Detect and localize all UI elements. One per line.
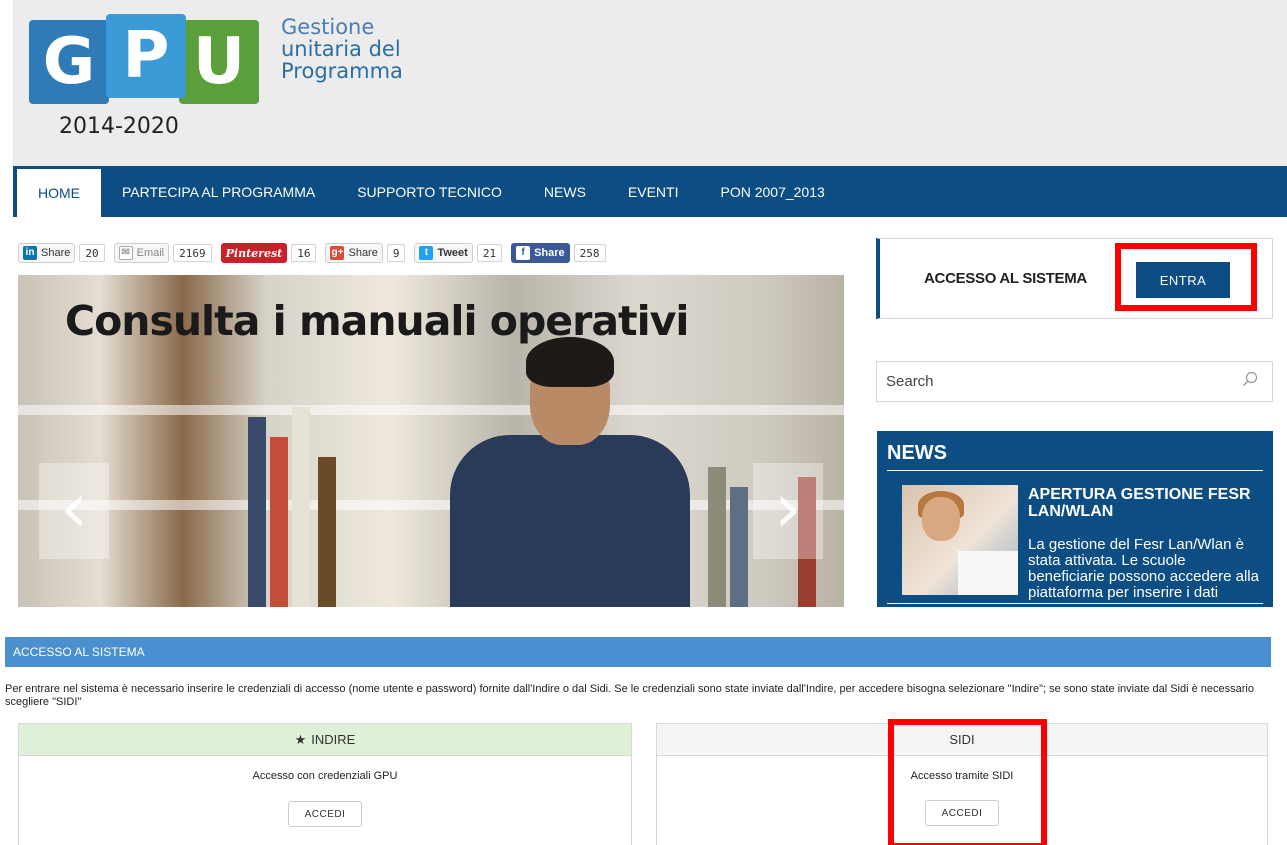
divider bbox=[887, 603, 1263, 604]
logo-letter-p: P bbox=[106, 14, 186, 98]
news-widget: NEWS APERTURA GESTIONE FESR LAN/WLAN La … bbox=[877, 431, 1273, 607]
access-intro-text: Per entrare nel sistema è necessario ins… bbox=[5, 683, 1254, 708]
share-label: Email bbox=[136, 247, 165, 259]
sidi-accedi-button[interactable]: ACCEDI bbox=[925, 800, 999, 826]
email-icon: ✉ bbox=[118, 246, 133, 260]
indire-card-header: ★ INDIRE bbox=[19, 724, 631, 756]
news-thumbnail[interactable] bbox=[902, 485, 1018, 595]
sidi-description: Accesso tramite SIDI bbox=[910, 770, 1014, 782]
site-header: G P U 2014-2020 Gestione unitaria del Pr… bbox=[13, 0, 1287, 166]
news-heading: NEWS bbox=[887, 442, 947, 464]
thumbnail-laptop bbox=[958, 551, 1018, 595]
book-decoration bbox=[318, 457, 336, 607]
accesso-sistema-label: ACCESSO AL SISTEMA bbox=[924, 270, 1087, 287]
star-icon: ★ bbox=[294, 731, 307, 747]
book-decoration bbox=[730, 487, 748, 607]
nav-item-home[interactable]: HOME bbox=[17, 169, 101, 217]
twitter-icon: t bbox=[419, 246, 434, 260]
indire-card: ★ INDIRE Accesso con credenziali GPU ACC… bbox=[18, 723, 632, 845]
share-label: Share bbox=[41, 247, 71, 259]
pinterest-icon: Pinterest bbox=[225, 246, 283, 260]
search-input[interactable] bbox=[877, 362, 1237, 401]
linkedin-icon: in bbox=[23, 246, 37, 260]
student-figure bbox=[390, 335, 690, 607]
slider-next-icon[interactable]: › bbox=[753, 463, 823, 559]
share-count: 20 bbox=[79, 244, 105, 262]
share-count: 258 bbox=[573, 244, 606, 262]
logo-text-line-1: Gestione bbox=[281, 15, 375, 39]
logo-letter-g: G bbox=[29, 20, 109, 104]
pinterest-share-button[interactable]: Pinterest bbox=[220, 243, 288, 263]
logo-text: Gestione unitaria del Programma bbox=[281, 16, 403, 82]
googleplus-share-button[interactable]: g+ Share bbox=[325, 243, 383, 263]
share-count: 2169 bbox=[173, 244, 212, 262]
nav-item-pon[interactable]: PON 2007_2013 bbox=[699, 166, 845, 217]
tweet-label: Tweet bbox=[437, 247, 468, 259]
twitter-share-button[interactable]: t Tweet bbox=[414, 243, 473, 263]
divider bbox=[887, 470, 1263, 471]
share-count: 16 bbox=[291, 244, 317, 262]
sidi-title: SIDI bbox=[949, 732, 975, 747]
entra-button[interactable]: ENTRA bbox=[1136, 262, 1230, 298]
nav-item-eventi[interactable]: EVENTI bbox=[607, 166, 700, 217]
gpu-logo[interactable]: G P U 2014-2020 Gestione unitaria del Pr… bbox=[29, 14, 409, 144]
indire-description: Accesso con credenziali GPU bbox=[252, 770, 398, 782]
hero-slider[interactable]: Consulta i manuali operativi ‹ › bbox=[18, 275, 844, 607]
facebook-icon: f bbox=[516, 246, 531, 260]
share-count: 21 bbox=[476, 244, 503, 262]
book-decoration bbox=[248, 417, 266, 607]
news-title[interactable]: APERTURA GESTIONE FESR LAN/WLAN bbox=[1028, 486, 1263, 520]
share-count: 9 bbox=[386, 244, 406, 262]
share-label: Share bbox=[348, 247, 378, 259]
nav-item-supporto[interactable]: SUPPORTO TECNICO bbox=[336, 166, 523, 217]
indire-accedi-button[interactable]: ACCEDI bbox=[288, 801, 362, 827]
nav-item-news[interactable]: NEWS bbox=[523, 166, 607, 217]
access-panel-header: ACCESSO AL SISTEMA bbox=[5, 637, 1271, 667]
main-nav: HOME PARTECIPA AL PROGRAMMA SUPPORTO TEC… bbox=[13, 166, 1287, 217]
book-decoration bbox=[292, 407, 310, 607]
hero-title: Consulta i manuali operativi bbox=[65, 297, 689, 345]
search-box bbox=[876, 361, 1273, 402]
student-body bbox=[450, 435, 690, 607]
indire-title: INDIRE bbox=[311, 732, 356, 747]
email-share-button[interactable]: ✉ Email bbox=[113, 243, 170, 263]
book-decoration bbox=[708, 467, 726, 607]
googleplus-icon: g+ bbox=[330, 246, 345, 260]
page: G P U 2014-2020 Gestione unitaria del Pr… bbox=[0, 0, 1287, 845]
logo-text-line-2: unitaria del bbox=[281, 37, 401, 61]
logo-years: 2014-2020 bbox=[59, 114, 179, 139]
sidi-card: SIDI Accesso tramite SIDI ACCEDI bbox=[656, 723, 1268, 845]
share-label: Share bbox=[534, 247, 565, 259]
thumbnail-face bbox=[922, 497, 960, 541]
slider-prev-icon[interactable]: ‹ bbox=[39, 463, 109, 559]
search-icon[interactable] bbox=[1242, 371, 1258, 387]
facebook-share-button[interactable]: f Share bbox=[511, 243, 570, 263]
social-share-bar: in Share 20 ✉ Email 2169 Pinterest 16 g+… bbox=[18, 242, 615, 264]
book-decoration bbox=[270, 437, 288, 607]
logo-text-line-3: Programma bbox=[281, 59, 403, 83]
nav-item-partecipa[interactable]: PARTECIPA AL PROGRAMMA bbox=[101, 166, 336, 217]
linkedin-share-button[interactable]: in Share bbox=[18, 243, 76, 263]
logo-letter-u: U bbox=[179, 20, 259, 104]
news-excerpt: La gestione del Fesr Lan/Wlan è stata at… bbox=[1028, 536, 1259, 601]
sidi-card-header: SIDI bbox=[657, 724, 1267, 756]
